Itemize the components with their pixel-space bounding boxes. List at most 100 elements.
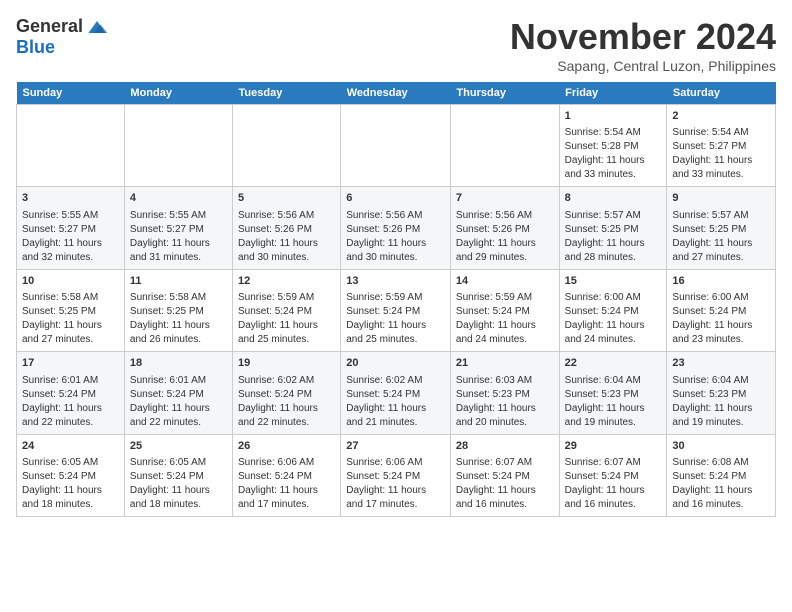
day-info-line: Sunset: 5:24 PM <box>22 388 119 402</box>
day-info-line: Sunrise: 6:04 AM <box>672 374 770 388</box>
day-info-line: Sunset: 5:24 PM <box>672 305 770 319</box>
day-info-line: Sunrise: 6:01 AM <box>22 374 119 388</box>
day-info-line: Sunrise: 6:04 AM <box>565 374 662 388</box>
day-info-line: Sunrise: 6:02 AM <box>238 374 335 388</box>
weekday-header-friday: Friday <box>559 82 667 105</box>
calendar-table: SundayMondayTuesdayWednesdayThursdayFrid… <box>16 82 776 517</box>
day-info-line: Sunrise: 5:55 AM <box>22 209 119 223</box>
calendar-cell: 27Sunrise: 6:06 AMSunset: 5:24 PMDayligh… <box>341 434 451 516</box>
day-number: 30 <box>672 439 770 454</box>
calendar-cell: 5Sunrise: 5:56 AMSunset: 5:26 PMDaylight… <box>233 187 341 269</box>
day-info-line: Sunrise: 5:56 AM <box>346 209 445 223</box>
day-info-line: Daylight: 11 hours and 28 minutes. <box>565 237 662 265</box>
day-info-line: Sunset: 5:28 PM <box>565 140 662 154</box>
day-info-line: Daylight: 11 hours and 21 minutes. <box>346 402 445 430</box>
day-info-line: Daylight: 11 hours and 33 minutes. <box>565 154 662 182</box>
calendar-cell: 6Sunrise: 5:56 AMSunset: 5:26 PMDaylight… <box>341 187 451 269</box>
day-info-line: Daylight: 11 hours and 29 minutes. <box>456 237 554 265</box>
day-number: 13 <box>346 274 445 289</box>
day-number: 23 <box>672 356 770 371</box>
day-number: 5 <box>238 191 335 206</box>
calendar-cell: 28Sunrise: 6:07 AMSunset: 5:24 PMDayligh… <box>450 434 559 516</box>
calendar-cell: 19Sunrise: 6:02 AMSunset: 5:24 PMDayligh… <box>233 352 341 434</box>
day-info-line: Sunrise: 5:57 AM <box>565 209 662 223</box>
day-info-line: Sunrise: 6:01 AM <box>130 374 227 388</box>
day-number: 26 <box>238 439 335 454</box>
day-info-line: Daylight: 11 hours and 17 minutes. <box>346 484 445 512</box>
calendar-cell: 25Sunrise: 6:05 AMSunset: 5:24 PMDayligh… <box>124 434 232 516</box>
day-info-line: Sunset: 5:24 PM <box>238 305 335 319</box>
calendar-cell <box>450 105 559 187</box>
calendar-cell <box>341 105 451 187</box>
day-number: 17 <box>22 356 119 371</box>
day-info-line: Sunset: 5:27 PM <box>22 223 119 237</box>
day-number: 12 <box>238 274 335 289</box>
day-info-line: Daylight: 11 hours and 22 minutes. <box>130 402 227 430</box>
calendar-cell: 21Sunrise: 6:03 AMSunset: 5:23 PMDayligh… <box>450 352 559 434</box>
logo-blue-text: Blue <box>16 37 55 58</box>
day-info-line: Daylight: 11 hours and 24 minutes. <box>565 319 662 347</box>
day-info-line: Sunrise: 6:03 AM <box>456 374 554 388</box>
day-info-line: Sunset: 5:24 PM <box>130 388 227 402</box>
day-info-line: Sunrise: 5:59 AM <box>346 291 445 305</box>
weekday-header-tuesday: Tuesday <box>233 82 341 105</box>
day-number: 15 <box>565 274 662 289</box>
weekday-header-thursday: Thursday <box>450 82 559 105</box>
day-info-line: Sunset: 5:24 PM <box>456 305 554 319</box>
calendar-cell: 4Sunrise: 5:55 AMSunset: 5:27 PMDaylight… <box>124 187 232 269</box>
calendar-cell: 1Sunrise: 5:54 AMSunset: 5:28 PMDaylight… <box>559 105 667 187</box>
weekday-header-monday: Monday <box>124 82 232 105</box>
day-info-line: Sunrise: 6:05 AM <box>130 456 227 470</box>
day-number: 27 <box>346 439 445 454</box>
day-info-line: Sunrise: 5:59 AM <box>456 291 554 305</box>
calendar-cell: 10Sunrise: 5:58 AMSunset: 5:25 PMDayligh… <box>17 269 125 351</box>
day-info-line: Sunset: 5:25 PM <box>22 305 119 319</box>
calendar-cell: 30Sunrise: 6:08 AMSunset: 5:24 PMDayligh… <box>667 434 776 516</box>
page-header: General Blue November 2024 Sapang, Centr… <box>16 16 776 74</box>
day-number: 29 <box>565 439 662 454</box>
day-info-line: Daylight: 11 hours and 22 minutes. <box>238 402 335 430</box>
day-info-line: Daylight: 11 hours and 25 minutes. <box>238 319 335 347</box>
day-info-line: Daylight: 11 hours and 20 minutes. <box>456 402 554 430</box>
day-info-line: Sunset: 5:24 PM <box>565 470 662 484</box>
day-info-line: Sunrise: 6:05 AM <box>22 456 119 470</box>
day-number: 28 <box>456 439 554 454</box>
day-info-line: Daylight: 11 hours and 24 minutes. <box>456 319 554 347</box>
day-info-line: Sunset: 5:24 PM <box>22 470 119 484</box>
day-info-line: Daylight: 11 hours and 22 minutes. <box>22 402 119 430</box>
day-info-line: Daylight: 11 hours and 16 minutes. <box>565 484 662 512</box>
day-info-line: Daylight: 11 hours and 19 minutes. <box>565 402 662 430</box>
calendar-cell: 9Sunrise: 5:57 AMSunset: 5:25 PMDaylight… <box>667 187 776 269</box>
day-number: 16 <box>672 274 770 289</box>
day-info-line: Sunset: 5:23 PM <box>456 388 554 402</box>
day-info-line: Sunrise: 6:08 AM <box>672 456 770 470</box>
day-number: 10 <box>22 274 119 289</box>
calendar-cell: 13Sunrise: 5:59 AMSunset: 5:24 PMDayligh… <box>341 269 451 351</box>
day-number: 18 <box>130 356 227 371</box>
calendar-cell <box>233 105 341 187</box>
day-number: 2 <box>672 109 770 124</box>
day-number: 19 <box>238 356 335 371</box>
calendar-cell: 17 Sunrise: 6:01 AMSunset: 5:24 PMDayligh… <box>17 352 125 434</box>
day-number: 22 <box>565 356 662 371</box>
calendar-week-row: 17Sunrise: 6:01 AMSunset: 5:24 PMDayligh… <box>17 352 776 434</box>
day-info-line: Daylight: 11 hours and 33 minutes. <box>672 154 770 182</box>
calendar-cell: 22Sunrise: 6:04 AMSunset: 5:23 PMDayligh… <box>559 352 667 434</box>
day-info-line: Daylight: 11 hours and 27 minutes. <box>672 237 770 265</box>
calendar-week-row: 10Sunrise: 5:58 AMSunset: 5:25 PMDayligh… <box>17 269 776 351</box>
day-info-line: Daylight: 11 hours and 18 minutes. <box>130 484 227 512</box>
day-info-line: Daylight: 11 hours and 31 minutes. <box>130 237 227 265</box>
day-info-line: Sunrise: 6:00 AM <box>672 291 770 305</box>
logo-icon <box>85 17 109 37</box>
weekday-header-wednesday: Wednesday <box>341 82 451 105</box>
day-info-line: Daylight: 11 hours and 32 minutes. <box>22 237 119 265</box>
day-info-line: Sunset: 5:24 PM <box>130 470 227 484</box>
weekday-header-saturday: Saturday <box>667 82 776 105</box>
day-info-line: Sunset: 5:24 PM <box>565 305 662 319</box>
day-info-line: Sunrise: 5:55 AM <box>130 209 227 223</box>
day-number: 24 <box>22 439 119 454</box>
day-info-line: Sunset: 5:24 PM <box>346 388 445 402</box>
calendar-cell <box>124 105 232 187</box>
calendar-week-row: 24Sunrise: 6:05 AMSunset: 5:24 PMDayligh… <box>17 434 776 516</box>
day-number: 7 <box>456 191 554 206</box>
